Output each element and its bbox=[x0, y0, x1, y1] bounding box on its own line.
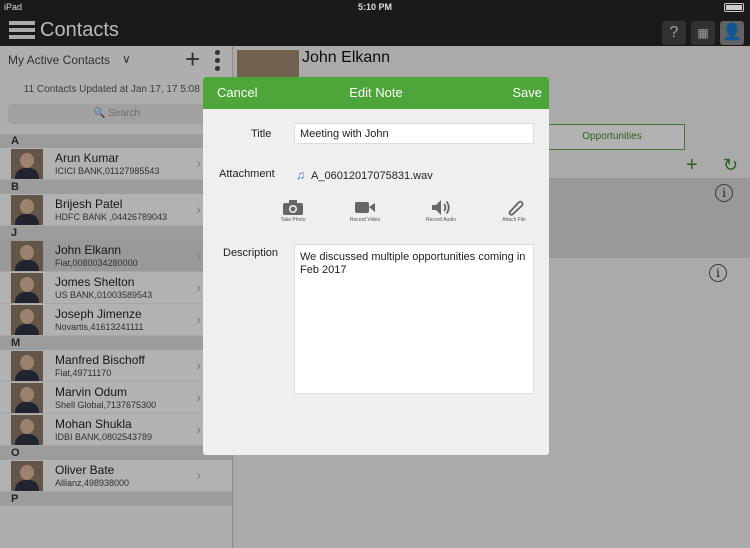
record-audio-button[interactable]: Record Audio bbox=[421, 199, 461, 223]
status-bar: iPad 5:10 PM bbox=[0, 0, 750, 14]
attach-file-button[interactable]: Attach File bbox=[494, 199, 534, 223]
status-time: 5:10 PM bbox=[357, 2, 392, 12]
description-textarea[interactable]: We discussed multiple opportunities comi… bbox=[294, 244, 534, 394]
description-label: Description bbox=[223, 247, 279, 259]
title-label: Title bbox=[251, 128, 272, 140]
attachment-filename: A_06012017075831.wav bbox=[311, 170, 433, 182]
dialog-header: Cancel Edit Note Save bbox=[203, 77, 549, 109]
record-video-label: Record Video bbox=[349, 217, 381, 223]
attachment-file[interactable]: ♫ A_06012017075831.wav bbox=[296, 168, 433, 182]
title-input[interactable]: Meeting with John bbox=[294, 123, 534, 144]
audio-file-icon: ♫ bbox=[296, 168, 305, 182]
take-photo-button[interactable]: Take Photo bbox=[273, 199, 313, 223]
video-camera-icon bbox=[345, 199, 385, 217]
save-button[interactable]: Save bbox=[512, 85, 542, 100]
attach-file-label: Attach File bbox=[502, 217, 526, 223]
attachment-label: Attachment bbox=[219, 168, 275, 180]
paperclip-icon bbox=[494, 199, 534, 217]
take-photo-label: Take Photo bbox=[280, 217, 306, 223]
dialog-title: Edit Note bbox=[349, 85, 403, 100]
edit-note-dialog: Cancel Edit Note Save Title Meeting with… bbox=[203, 77, 549, 455]
record-audio-label: Record Audio bbox=[425, 217, 457, 223]
camera-icon bbox=[273, 199, 313, 217]
record-video-button[interactable]: Record Video bbox=[345, 199, 385, 223]
battery-icon bbox=[724, 3, 744, 12]
speaker-icon bbox=[421, 199, 461, 217]
